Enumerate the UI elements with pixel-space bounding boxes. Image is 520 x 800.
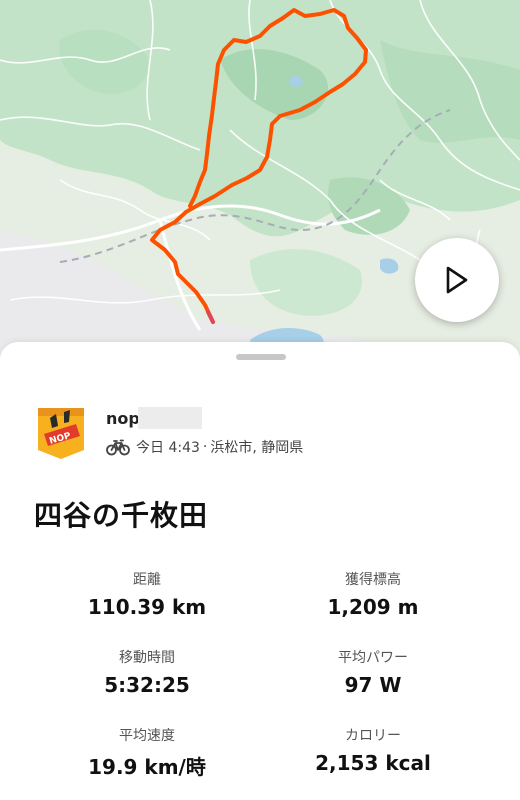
stat-label: 平均パワー [338,650,408,666]
play-button[interactable] [415,238,499,322]
name-redaction [138,407,202,429]
stat-value: 97 W [344,673,402,697]
sheet-drag-handle[interactable] [236,354,286,360]
stat-label: 平均速度 [119,728,175,744]
activity-sheet: NOP nop 今日 4:43 · 浜松市, 静岡県 四谷の千枚田 距離 110… [0,342,520,800]
stat-value: 1,209 m [327,595,419,619]
stat-average-power: 平均パワー 97 W [263,647,483,697]
stat-value: 2,153 kcal [315,751,431,775]
avatar-image: NOP [38,408,84,459]
stat-label: カロリー [345,728,401,744]
stat-label: 獲得標高 [345,572,401,588]
stat-distance: 距離 110.39 km [37,569,257,619]
stat-average-speed: 平均速度 19.9 km/時 [37,725,257,780]
route-map[interactable] [0,0,520,370]
activity-meta: 今日 4:43 · 浜松市, 静岡県 [106,436,303,458]
avatar[interactable]: NOP [36,406,86,461]
stat-calories: カロリー 2,153 kcal [263,725,483,775]
activity-title: 四谷の千枚田 [34,499,209,532]
activity-location: 浜松市, 静岡県 [210,440,304,456]
bike-icon [106,439,130,456]
stat-value: 5:32:25 [104,673,190,697]
stat-value: 110.39 km [87,595,207,619]
activity-datetime: 今日 4:43 [136,440,200,456]
stat-label: 移動時間 [119,650,175,666]
stat-elevation-gain: 獲得標高 1,209 m [263,569,483,619]
play-icon [446,266,468,294]
meta-separator: · [202,439,208,455]
athlete-name[interactable]: nop [106,409,140,428]
stat-moving-time: 移動時間 5:32:25 [37,647,257,697]
stat-value: 19.9 km/時 [88,755,206,779]
stat-label: 距離 [133,572,161,588]
